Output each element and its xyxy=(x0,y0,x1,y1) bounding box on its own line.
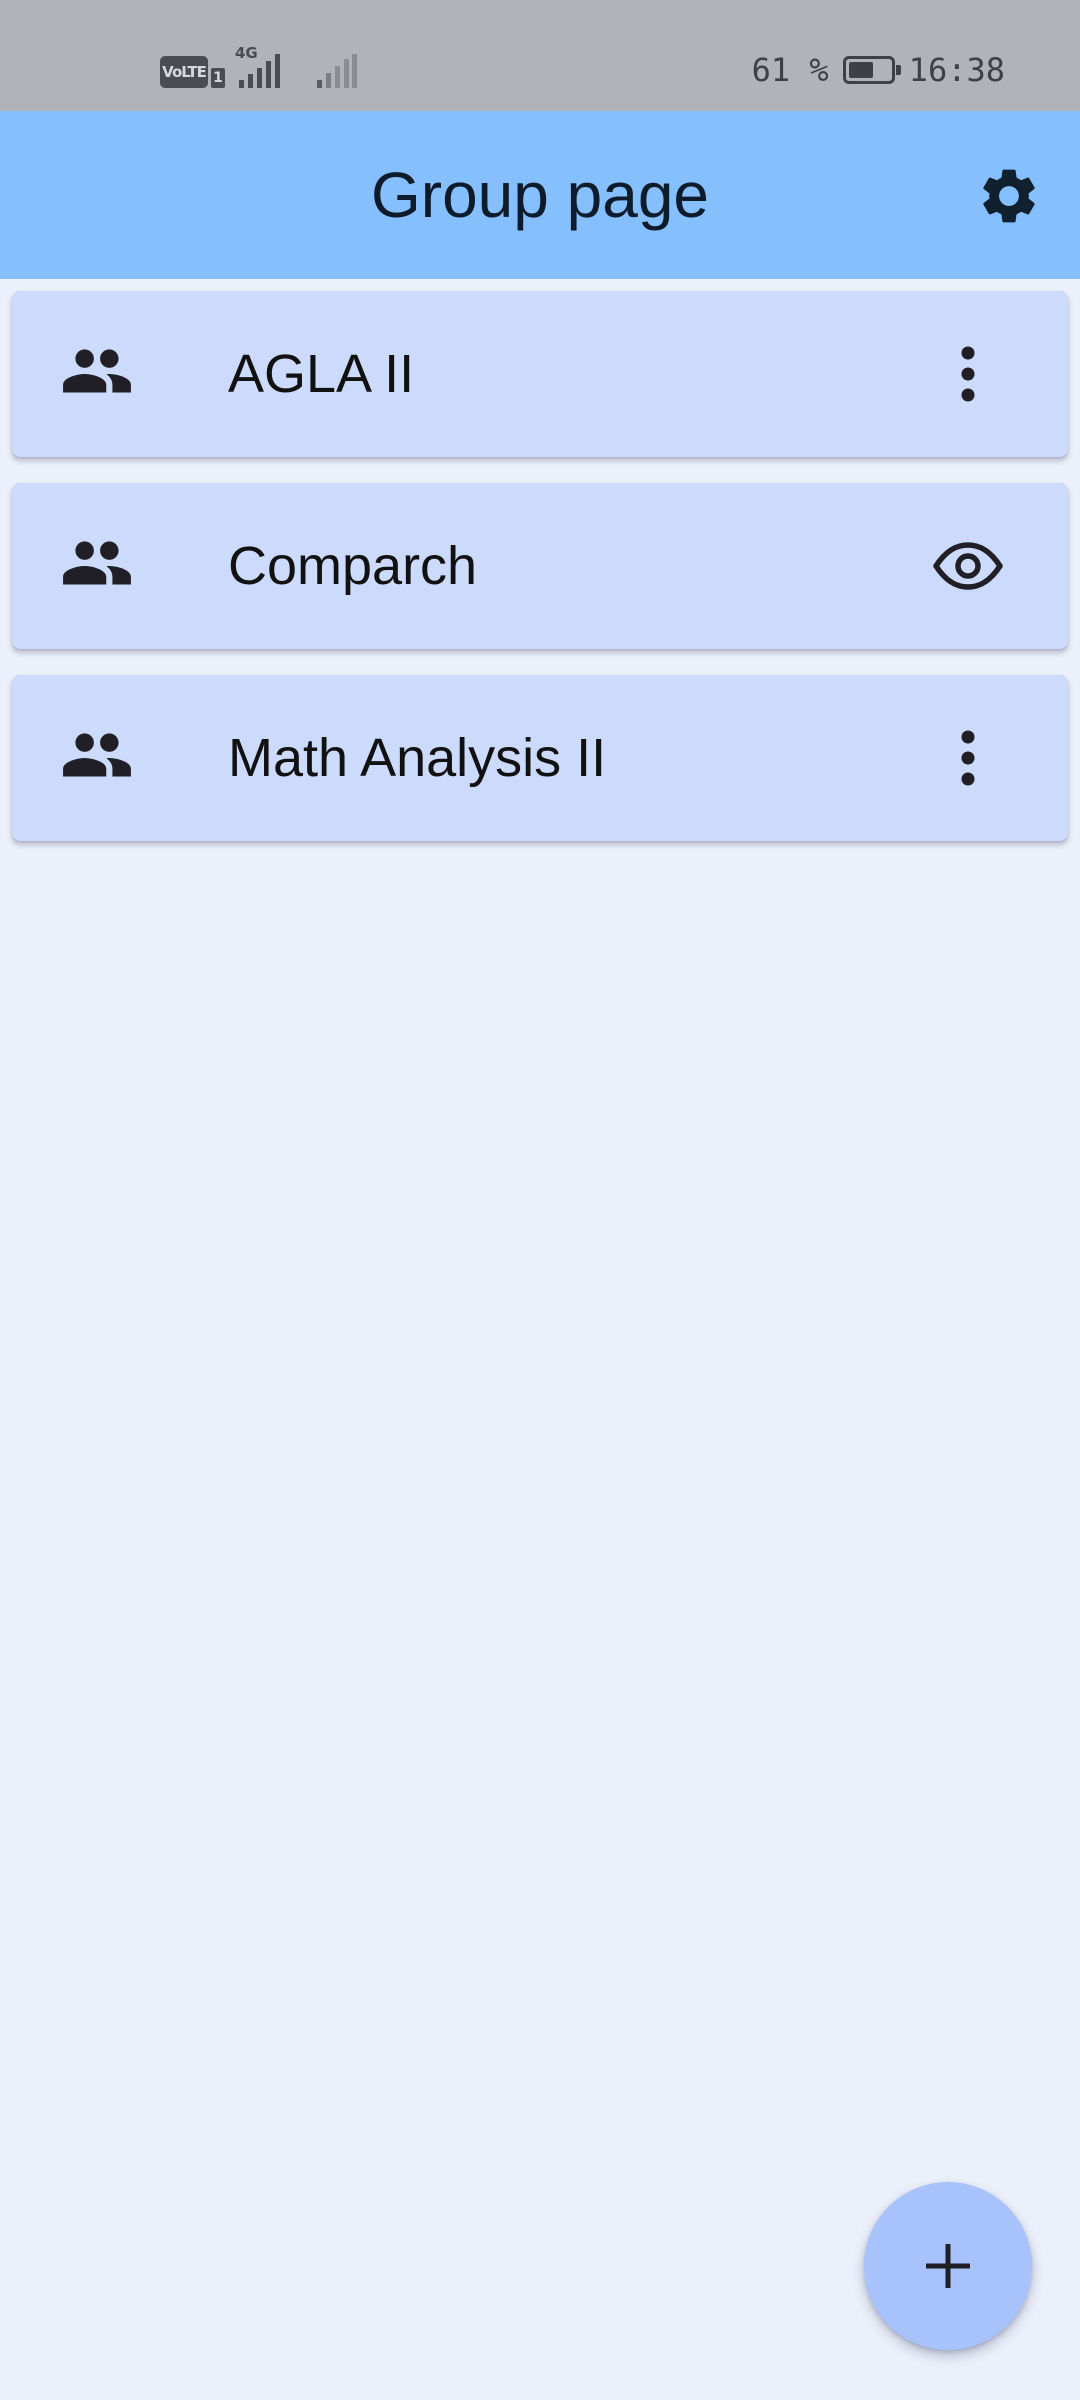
status-bar-left: VoLTE 1 4G xyxy=(160,44,357,88)
volte-badge: VoLTE xyxy=(160,56,208,88)
app-bar: Group page xyxy=(0,111,1080,279)
settings-button[interactable] xyxy=(976,163,1042,229)
add-group-button[interactable] xyxy=(864,2182,1032,2350)
group-card-comparch[interactable]: Comparch xyxy=(12,483,1068,649)
status-bar: VoLTE 1 4G 61 % 16:38 xyxy=(0,0,1080,111)
group-icon xyxy=(63,349,131,393)
battery-fill xyxy=(848,62,873,78)
eye-icon xyxy=(933,542,1003,590)
clock: 16:38 xyxy=(908,51,1005,89)
more-vertical-icon xyxy=(961,346,975,402)
group-card-agla-ii[interactable]: AGLA II xyxy=(12,291,1068,457)
group-icon xyxy=(63,541,131,585)
screen: VoLTE 1 4G 61 % 16:38 Group page AGLA II… xyxy=(0,0,1080,2400)
cell-signal-sim1: 4G xyxy=(235,44,291,88)
page-title: Group page xyxy=(370,159,710,231)
signal-bars-sim2-icon xyxy=(317,54,357,88)
signal-bars-icon xyxy=(239,54,280,88)
battery-tip xyxy=(895,65,901,75)
more-vertical-icon xyxy=(961,730,975,786)
status-bar-right: 61 % 16:38 xyxy=(752,50,1005,90)
more-options-button[interactable] xyxy=(928,718,1008,798)
gear-icon xyxy=(983,169,1035,223)
battery-icon xyxy=(842,56,901,84)
group-icon xyxy=(63,733,131,777)
view-button[interactable] xyxy=(928,526,1008,606)
plus-icon xyxy=(926,2244,970,2288)
group-card-math-analysis-ii[interactable]: Math Analysis II xyxy=(12,675,1068,841)
group-name: Comparch xyxy=(228,536,478,596)
sim-number-badge: 1 xyxy=(211,68,225,88)
group-name: Math Analysis II xyxy=(228,728,607,788)
battery-percent: 61 % xyxy=(751,51,829,89)
group-name: AGLA II xyxy=(228,344,415,404)
group-list: AGLA II Comparch Math Analysis II xyxy=(12,291,1068,867)
more-options-button[interactable] xyxy=(928,334,1008,414)
